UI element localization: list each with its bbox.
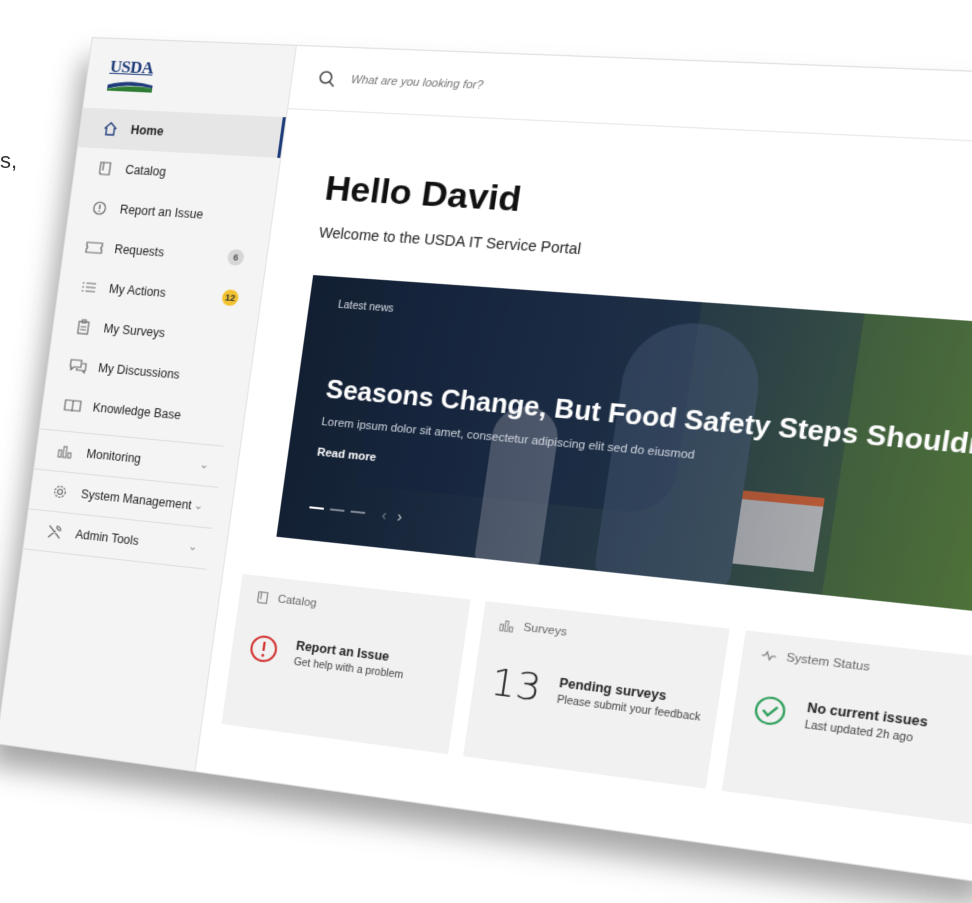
sidebar-item-label: Home [129,122,165,139]
sidebar-group-label: System Management [80,487,193,513]
dashboard-cards: Catalog Report an Issue Get help with a … [221,573,972,828]
actions-count-badge: 12 [221,289,240,307]
card-header: Catalog [255,590,452,627]
chevron-down-icon: ⌄ [193,499,204,513]
tools-icon [46,523,65,541]
card-body: No current issues Last updated 2h ago [750,693,929,747]
chevron-down-icon: ⌄ [198,458,210,472]
card-header-label: Surveys [522,621,568,639]
chat-icon [68,358,87,375]
bar-chart-icon [57,444,76,459]
list-icon [79,279,98,296]
surveys-card[interactable]: Surveys 13 Pending surveys Please submit… [463,601,730,789]
requests-count-badge: 6 [226,248,245,267]
card-header-label: System Status [785,651,871,675]
home-icon [101,120,121,137]
clipboard-icon [74,318,93,335]
stage: USDA Home Catalog Report an Issue Reques… [0,0,972,903]
carousel-dot[interactable] [350,510,366,515]
sidebar-item-label: My Actions [108,281,167,300]
card-header-label: Catalog [277,593,318,610]
sidebar-item-label: Report an Issue [119,202,205,222]
logo-swoosh-icon [107,81,153,93]
sidebar-group-label: Admin Tools [74,527,140,549]
system-status-card[interactable]: System Status No current issues Last upd… [721,630,972,826]
sidebar-group-label: Monitoring [85,446,142,466]
carousel-dot[interactable] [309,506,324,510]
gear-icon [51,483,70,500]
sidebar-item-label: Knowledge Base [91,400,182,423]
news-carousel[interactable]: Latest news Seasons Change, But Food Saf… [276,275,972,624]
page-subtitle: Welcome to the USDA IT Service Portal [318,224,583,258]
sidebar-item-label: Catalog [124,162,167,179]
logo-text: USDA [108,56,155,78]
pending-surveys-count: 13 [488,661,545,710]
sidebar-item-label: My Discussions [97,360,181,382]
chevron-down-icon: ⌄ [187,540,199,554]
card-header: System Status [760,647,972,688]
alert-circle-icon [246,632,281,666]
book-icon [255,590,271,606]
ticket-icon [84,239,104,256]
alert-circle-icon [90,200,110,217]
bar-chart-icon [499,618,516,634]
search-bar [287,45,972,148]
card-header: Surveys [499,618,710,657]
portal-window: USDA Home Catalog Report an Issue Reques… [0,37,972,885]
carousel-dot[interactable] [329,508,345,512]
check-circle-icon [750,693,790,729]
usda-logo[interactable]: USDA [106,57,156,99]
page-title: Hello David [322,168,524,220]
open-book-icon [63,397,82,414]
search-icon[interactable] [317,69,338,88]
search-input[interactable] [347,72,794,106]
catalog-card[interactable]: Catalog Report an Issue Get help with a … [221,573,471,755]
sidebar-item-label: My Surveys [102,321,166,341]
sidebar-item-label: Requests [113,242,165,260]
book-icon [95,160,115,177]
main-content: Hello David Welcome to the USDA IT Servi… [195,45,972,884]
chevron-left-icon[interactable]: ‹ [381,506,388,523]
card-body: 13 Pending surveys Please submit your fe… [488,661,705,730]
pulse-icon [760,647,778,664]
card-body: Report an Issue Get help with a problem [246,632,406,681]
